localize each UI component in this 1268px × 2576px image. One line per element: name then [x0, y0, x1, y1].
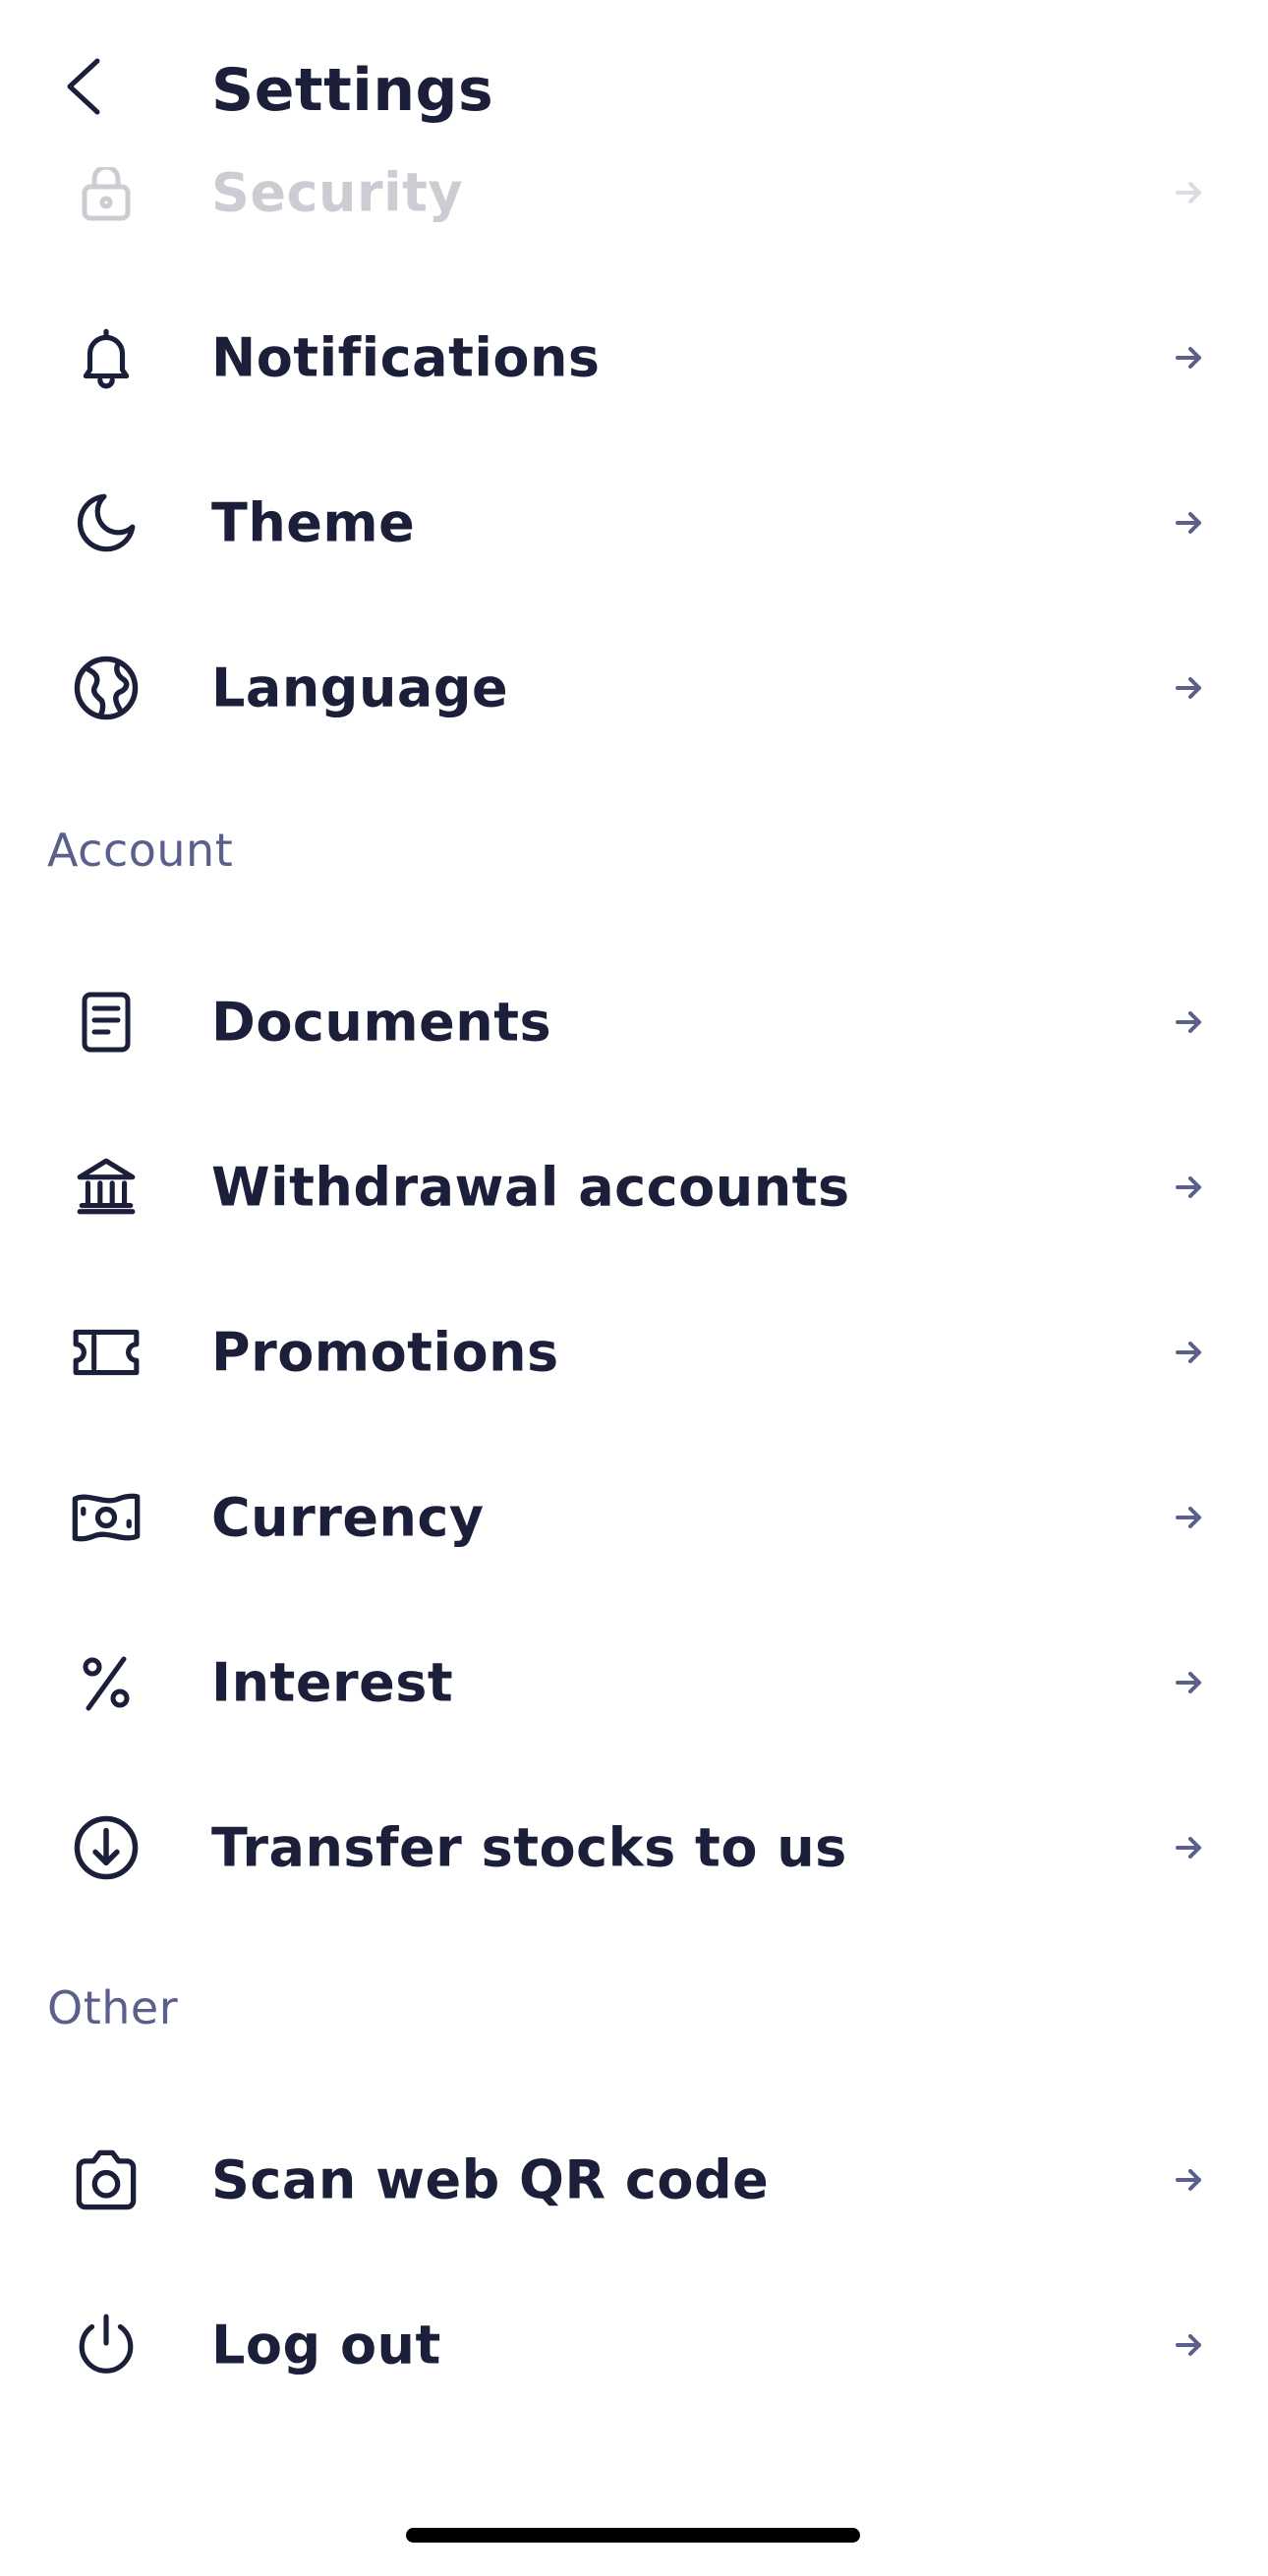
arrow-right-icon	[1170, 2325, 1209, 2365]
settings-item-promotions[interactable]: Promotions	[0, 1270, 1268, 1435]
arrow-right-icon	[1170, 1168, 1209, 1207]
settings-item-scan-qr[interactable]: Scan web QR code	[0, 2097, 1268, 2262]
settings-item-label: Theme	[211, 491, 416, 554]
arrow-right-icon	[1170, 2160, 1209, 2200]
home-indicator[interactable]	[406, 2528, 860, 2543]
banknote-icon	[67, 1478, 145, 1557]
arrow-right-icon	[1170, 1002, 1209, 1042]
settings-item-label: Transfer stocks to us	[211, 1816, 847, 1879]
arrow-right-icon	[1170, 503, 1209, 543]
settings-item-label: Language	[211, 657, 509, 719]
settings-item-label: Withdrawal accounts	[211, 1156, 850, 1219]
settings-item-label: Interest	[211, 1651, 454, 1714]
arrow-right-icon	[1170, 1498, 1209, 1537]
globe-icon	[67, 649, 145, 727]
settings-item-label: Scan web QR code	[211, 2148, 770, 2211]
chevron-left-icon	[62, 55, 105, 118]
arrow-right-icon	[1170, 1828, 1209, 1867]
settings-item-label: Documents	[211, 991, 552, 1054]
settings-item-label: Promotions	[211, 1321, 559, 1384]
bank-icon	[67, 1148, 145, 1227]
settings-item-language[interactable]: Language	[0, 605, 1268, 771]
bell-icon	[67, 318, 145, 397]
settings-item-log-out[interactable]: Log out	[0, 2262, 1268, 2428]
page-title: Settings	[211, 56, 494, 125]
document-icon	[67, 983, 145, 1061]
section-header-account: Account	[47, 824, 234, 877]
section-header-other: Other	[47, 1981, 179, 2034]
header-bar: Settings	[0, 0, 1268, 167]
back-button[interactable]	[49, 47, 118, 126]
settings-item-label: Security	[211, 161, 464, 224]
power-icon	[67, 2306, 145, 2384]
arrow-right-icon	[1170, 668, 1209, 708]
settings-item-notifications[interactable]: Notifications	[0, 275, 1268, 440]
settings-item-withdrawal-accounts[interactable]: Withdrawal accounts	[0, 1105, 1268, 1270]
arrow-right-icon	[1170, 173, 1209, 212]
percent-icon	[67, 1643, 145, 1722]
settings-item-label: Currency	[211, 1486, 485, 1549]
settings-item-theme[interactable]: Theme	[0, 440, 1268, 605]
settings-item-interest[interactable]: Interest	[0, 1600, 1268, 1765]
ticket-icon	[67, 1313, 145, 1392]
arrow-right-icon	[1170, 1663, 1209, 1702]
settings-item-currency[interactable]: Currency	[0, 1435, 1268, 1600]
arrow-down-circle-icon	[67, 1808, 145, 1887]
settings-item-transfer-stocks[interactable]: Transfer stocks to us	[0, 1765, 1268, 1930]
settings-item-label: Notifications	[211, 326, 601, 389]
arrow-right-icon	[1170, 338, 1209, 377]
camera-icon	[67, 2141, 145, 2219]
arrow-right-icon	[1170, 1333, 1209, 1372]
moon-icon	[67, 484, 145, 562]
settings-item-label: Log out	[211, 2314, 441, 2376]
settings-item-documents[interactable]: Documents	[0, 940, 1268, 1105]
